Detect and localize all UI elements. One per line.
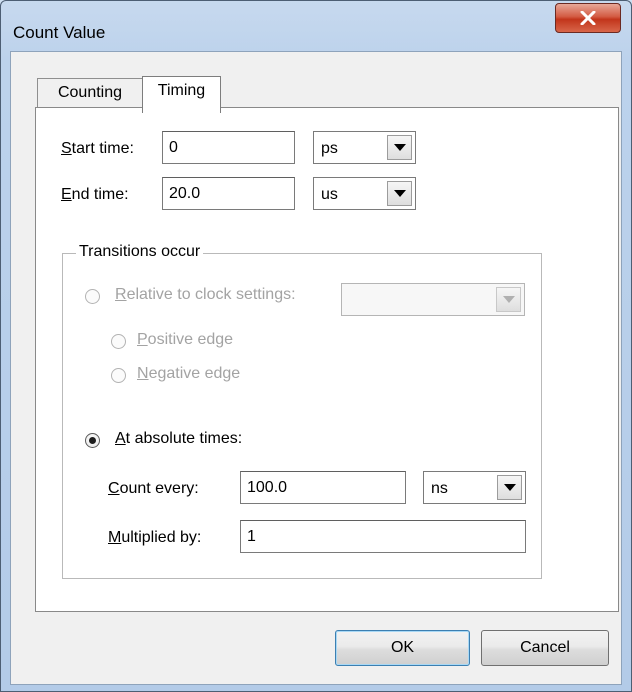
start-time-label: Start time: (61, 140, 134, 157)
end-time-input[interactable] (162, 177, 295, 210)
start-time-input[interactable] (162, 131, 295, 164)
chevron-down-icon (503, 484, 516, 491)
radio-selected-dot (89, 437, 96, 444)
tab-counting-label: Counting (57, 84, 123, 101)
negative-edge-label: Negative edge (137, 365, 241, 382)
count-every-unit-dropdown[interactable]: ns (423, 471, 526, 504)
end-time-unit-dropdown[interactable]: us (313, 177, 416, 210)
dropdown-arrow-button[interactable] (496, 287, 521, 312)
end-time-unit-value: us (321, 186, 338, 203)
negative-edge-radio[interactable] (111, 368, 126, 383)
dropdown-arrow-button[interactable] (497, 475, 522, 500)
tab-timing-label: Timing (157, 82, 206, 99)
positive-edge-label: Positive edge (137, 331, 234, 348)
relative-to-clock-radio[interactable] (85, 289, 100, 304)
title-bar[interactable]: Count Value (1, 1, 631, 51)
positive-edge-radio[interactable] (111, 334, 126, 349)
count-every-label: Count every: (108, 480, 199, 497)
multiplied-by-input[interactable] (240, 520, 526, 553)
start-time-unit-value: ps (321, 140, 338, 157)
relative-to-clock-label: Relative to clock settings: (115, 286, 296, 303)
dropdown-arrow-button[interactable] (387, 135, 412, 160)
start-time-unit-dropdown[interactable]: ps (313, 131, 416, 164)
tab-counting[interactable]: Counting (37, 78, 143, 110)
end-time-label: End time: (61, 186, 129, 203)
absolute-times-label: At absolute times: (115, 430, 243, 447)
chevron-down-icon (502, 296, 515, 303)
count-every-input[interactable] (240, 471, 406, 504)
clock-settings-dropdown[interactable] (341, 283, 525, 316)
close-button[interactable] (555, 3, 621, 33)
dropdown-arrow-button[interactable] (387, 181, 412, 206)
chevron-down-icon (393, 144, 406, 151)
absolute-times-radio[interactable] (85, 433, 100, 448)
close-x-icon (580, 11, 596, 25)
chevron-down-icon (393, 190, 406, 197)
cancel-button-label: Cancel (520, 639, 570, 656)
transitions-group-title: Transitions occur (76, 243, 204, 261)
count-every-unit-value: ns (431, 480, 448, 497)
ok-button-label: OK (390, 639, 415, 656)
tab-timing[interactable]: Timing (142, 76, 221, 113)
multiplied-by-label: Multiplied by: (108, 529, 202, 546)
window-title: Count Value (13, 23, 106, 42)
ok-button[interactable]: OK (335, 630, 470, 666)
cancel-button[interactable]: Cancel (481, 630, 609, 666)
